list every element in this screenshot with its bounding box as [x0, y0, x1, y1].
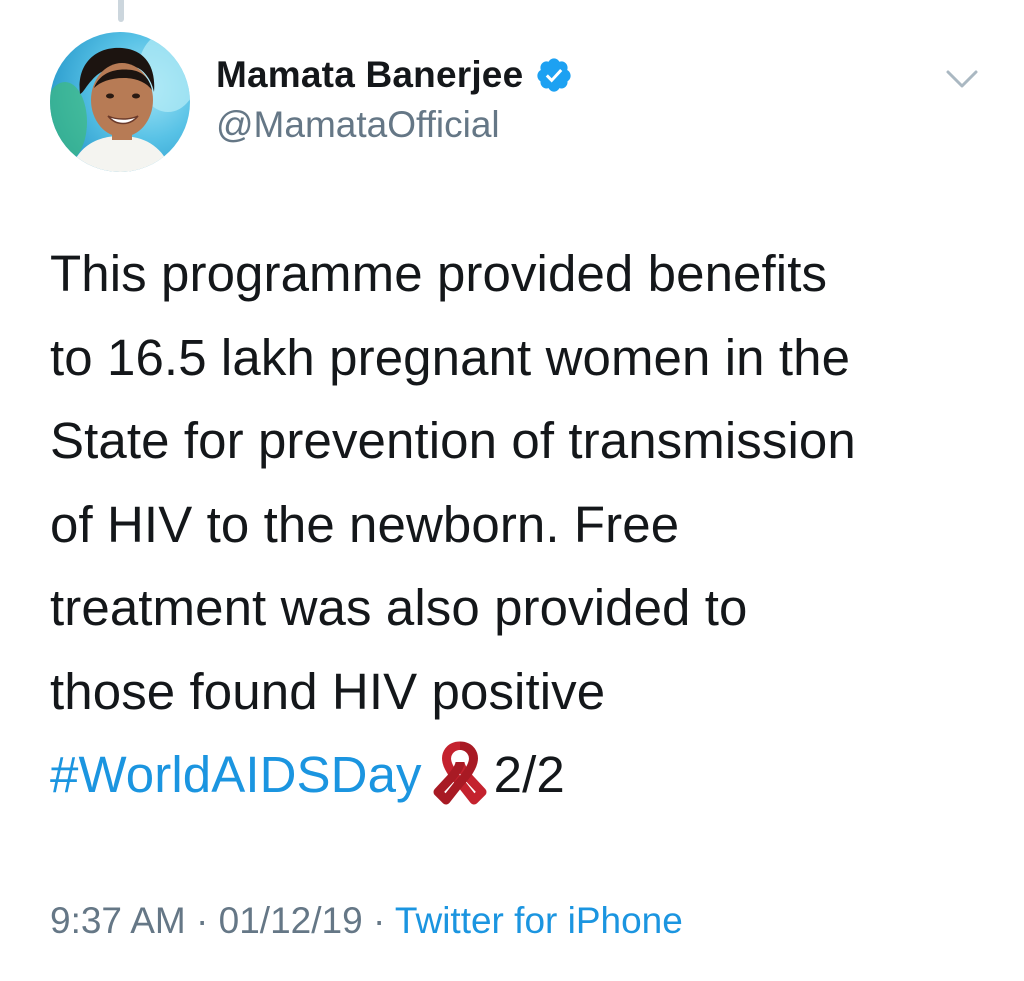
- tweet-source-link[interactable]: Twitter for iPhone: [395, 900, 683, 941]
- red-ribbon-icon: [432, 740, 488, 806]
- tweet-text-line: of HIV to the newborn. Free: [50, 495, 680, 553]
- meta-separator: ·: [372, 900, 386, 941]
- tweet-text-line: State for prevention of transmission: [50, 412, 856, 469]
- author-display-name[interactable]: Mamata Banerjee: [216, 54, 523, 96]
- tweet-last-line: #WorldAIDSDay 2/2: [50, 733, 990, 817]
- avatar[interactable]: [50, 32, 190, 172]
- thread-connector-line: [118, 0, 124, 22]
- meta-separator: ·: [196, 900, 209, 941]
- tweet-text-line: This programme provided benefits: [50, 245, 828, 302]
- tweet-date[interactable]: 01/12/19: [219, 900, 363, 941]
- tweet-text-line: those found HIV positive: [50, 662, 606, 720]
- tweet-text: This programme provided benefits to 16.5…: [50, 232, 990, 817]
- avatar-portrait: [50, 32, 190, 172]
- chevron-down-icon[interactable]: [944, 66, 980, 92]
- hashtag-link[interactable]: #WorldAIDSDay: [50, 746, 422, 803]
- author-handle[interactable]: @MamataOfficial: [216, 104, 573, 146]
- verified-badge-icon: [535, 56, 573, 94]
- tweet-meta: 9:37 AM · 01/12/19 · Twitter for iPhone: [50, 900, 683, 942]
- tweet-text-line: treatment was also provided to: [50, 579, 748, 636]
- tweet-author[interactable]: Mamata Banerjee @MamataOfficial: [216, 52, 573, 146]
- thread-count: 2/2: [493, 746, 565, 803]
- tweet-time[interactable]: 9:37 AM: [50, 900, 186, 941]
- tweet-text-line: to 16.5 lakh pregnant women in the: [50, 328, 851, 386]
